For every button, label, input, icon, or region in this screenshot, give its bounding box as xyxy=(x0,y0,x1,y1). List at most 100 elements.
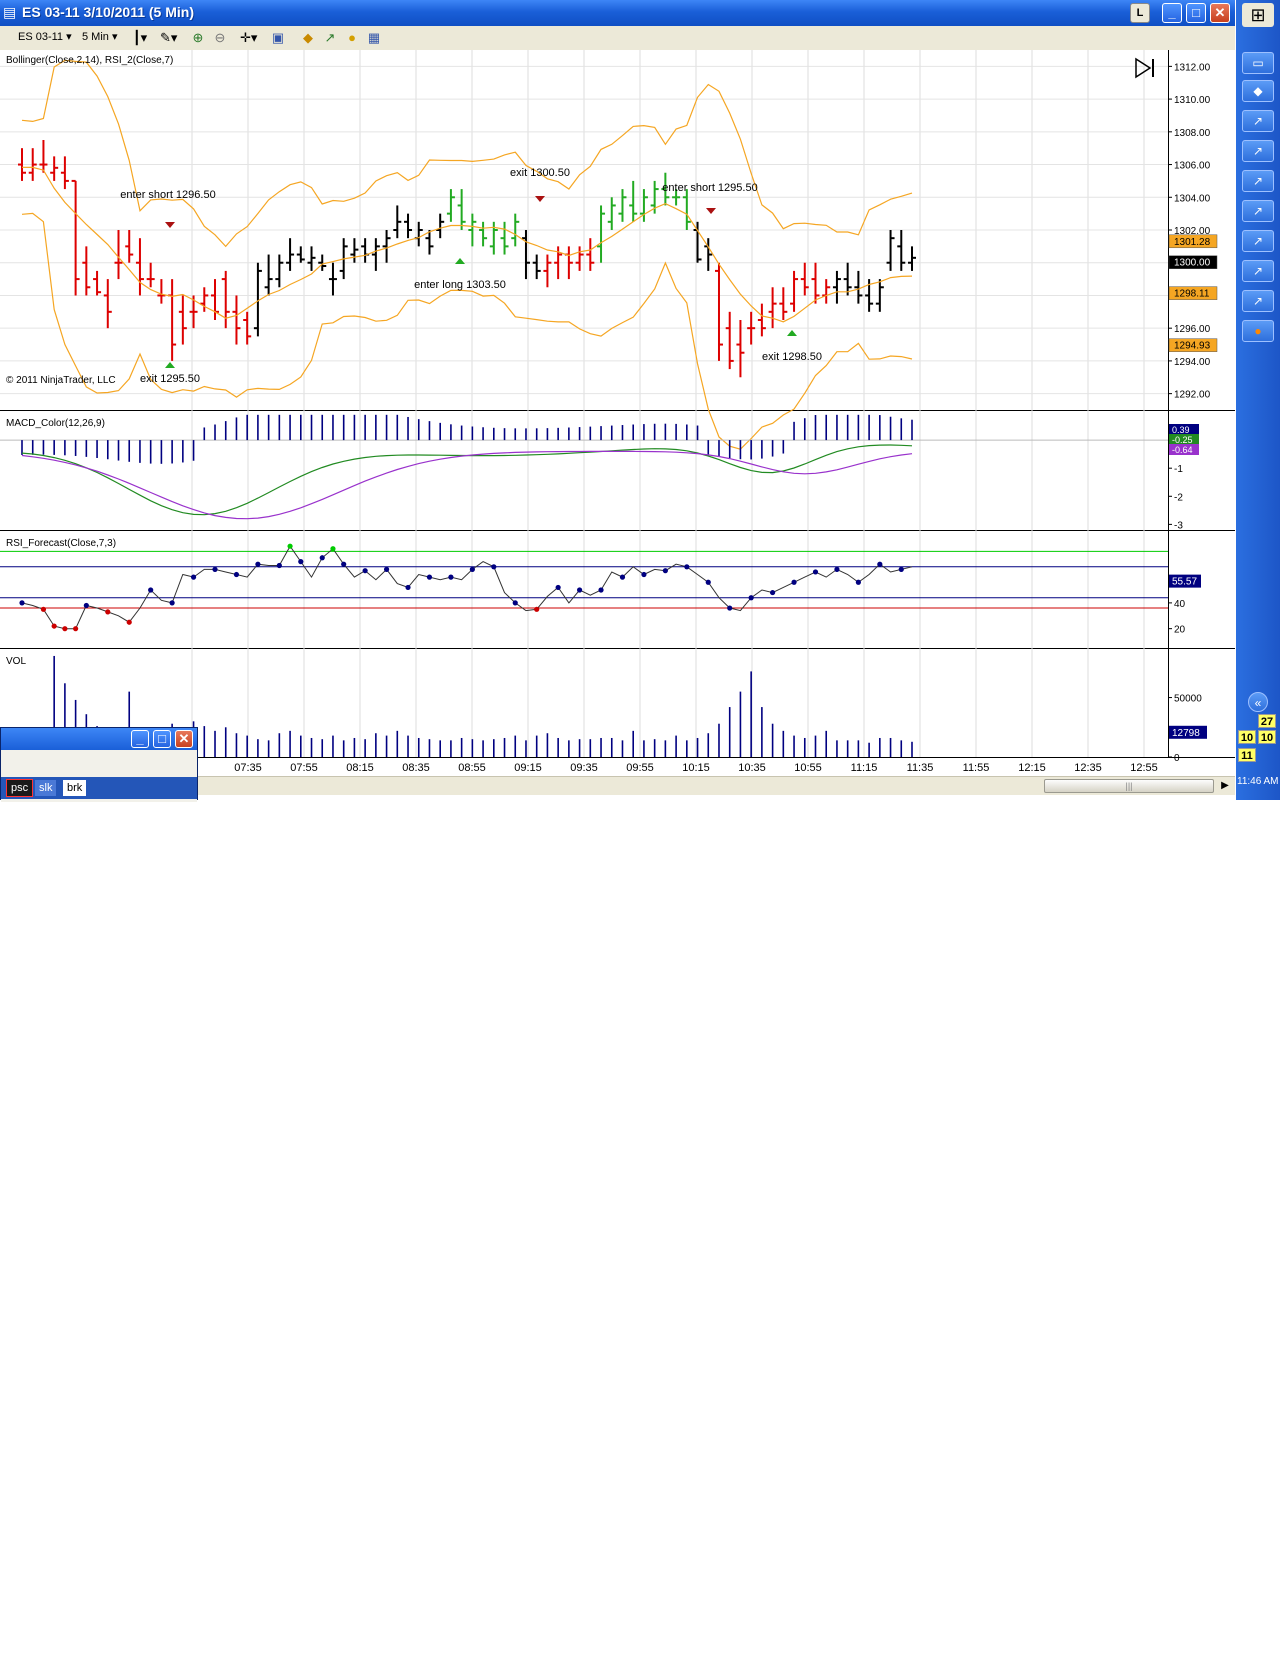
mini-tab-psc[interactable]: psc xyxy=(5,779,34,797)
dock-chart-icon[interactable]: ↗ xyxy=(1242,290,1274,312)
rsi-point xyxy=(684,564,690,570)
dock-firefox-icon[interactable]: ● xyxy=(1242,320,1274,342)
minimize-button[interactable]: _ xyxy=(1162,3,1182,23)
rsi-point xyxy=(126,619,132,625)
time-tick-label: 09:55 xyxy=(626,762,654,774)
crosshair-icon[interactable]: ✛▾ xyxy=(240,30,257,46)
dock-badge-number[interactable]: 27 xyxy=(1258,714,1276,728)
price-chart[interactable]: 507:3507:5508:1508:3508:5509:1509:3509:5… xyxy=(0,50,1235,776)
windows-logo-icon[interactable]: ⊞ xyxy=(1242,3,1274,27)
rsi-point xyxy=(169,600,175,606)
vol-tick-label: 0 xyxy=(1174,753,1180,764)
dock-diamond-icon[interactable]: ◆ xyxy=(1242,80,1274,102)
dock-monitor-icon[interactable]: ▭ xyxy=(1242,52,1274,74)
rsi-point xyxy=(362,568,368,574)
rsi-point xyxy=(812,569,819,575)
dollar-icon[interactable]: ● xyxy=(344,30,360,46)
macd-tick-label: -2 xyxy=(1174,492,1183,503)
price-tick-label: 1310.00 xyxy=(1174,95,1211,106)
instrument-selector[interactable]: ES 03-11 ▾ xyxy=(18,30,72,43)
rsi-point xyxy=(641,571,647,578)
mini-window[interactable]: _ □ ✕ psc slk brk xyxy=(0,727,198,802)
dock-chart-icon[interactable]: ↗ xyxy=(1242,140,1274,162)
rsi-point xyxy=(727,605,733,611)
macd-panel-label: MACD_Color(12,26,9) xyxy=(6,418,105,429)
time-tick-label: 07:55 xyxy=(290,762,318,774)
dock-badge-number[interactable]: 11 xyxy=(1238,748,1256,762)
time-tick-label: 12:35 xyxy=(1074,762,1102,774)
scroll-right-arrow-icon[interactable]: ▶ xyxy=(1218,779,1232,793)
close-button[interactable]: ✕ xyxy=(1210,3,1230,23)
mini-minimize-button[interactable]: _ xyxy=(131,730,149,748)
time-tick-label: 10:15 xyxy=(682,762,710,774)
rsi-point xyxy=(791,579,797,585)
rsi-point xyxy=(512,600,518,606)
rsi-point xyxy=(255,561,261,567)
ninjatrader-window: ▤ ES 03-11 3/10/2011 (5 Min) L _ □ ✕ ES … xyxy=(0,0,1280,802)
rsi-point xyxy=(212,566,218,572)
rsi-value-badge-text: 55.57 xyxy=(1172,577,1197,588)
rsi-point xyxy=(534,606,540,612)
price-tick-label: 1306.00 xyxy=(1174,161,1211,172)
strategy-icon[interactable]: ◆ xyxy=(300,30,316,46)
interval-selector[interactable]: 5 Min ▾ xyxy=(82,30,117,43)
dock-chart-icon[interactable]: ↗ xyxy=(1242,230,1274,252)
window-titlebar[interactable]: ▤ ES 03-11 3/10/2011 (5 Min) L _ □ ✕ xyxy=(0,0,1235,26)
price-value-badge-text: 1298.11 xyxy=(1174,289,1210,300)
mini-close-button[interactable]: ✕ xyxy=(175,730,193,748)
rsi-point xyxy=(877,561,883,567)
time-tick-label: 09:35 xyxy=(570,762,598,774)
mini-window-tabs: psc slk brk xyxy=(1,777,197,799)
price-tick-label: 1304.00 xyxy=(1174,193,1211,204)
mini-maximize-button[interactable]: □ xyxy=(153,730,171,748)
zoom-in-icon[interactable]: ⊕ xyxy=(190,30,206,46)
rsi-point xyxy=(51,623,57,629)
dock-collapse-icon[interactable]: « xyxy=(1248,692,1268,712)
dock-chart-icon[interactable]: ↗ xyxy=(1242,170,1274,192)
mini-tab-brk[interactable]: brk xyxy=(63,780,87,796)
chart-horizontal-scrollbar[interactable]: ||| ▶ xyxy=(198,776,1235,795)
dock-chart-icon[interactable]: ↗ xyxy=(1242,200,1274,222)
price-tick-label: 1308.00 xyxy=(1174,128,1211,139)
vol-value-badge-text: 12798 xyxy=(1172,728,1200,739)
macd-value-badge-text: 0.39 xyxy=(1172,425,1190,435)
link-button[interactable]: L xyxy=(1130,3,1150,23)
window-title: ES 03-11 3/10/2011 (5 Min) xyxy=(22,4,194,20)
chart-background xyxy=(0,50,1235,776)
indicators-icon[interactable]: ↗ xyxy=(322,30,338,46)
data-box-icon[interactable]: ▦ xyxy=(366,30,382,46)
rsi-point xyxy=(105,609,111,615)
bar-type-icon[interactable]: ┃▾ xyxy=(132,30,148,46)
rsi-point xyxy=(598,587,604,593)
mini-window-titlebar[interactable]: _ □ ✕ xyxy=(1,728,197,750)
trade-annotation-label: enter short 1296.50 xyxy=(120,189,215,201)
rsi-point xyxy=(748,595,754,601)
chart-app-icon: ▤ xyxy=(3,4,17,20)
pencil-icon[interactable]: ✎▾ xyxy=(160,30,177,46)
time-tick-label: 08:35 xyxy=(402,762,430,774)
rsi-point xyxy=(576,587,583,593)
dock-badge-number[interactable]: 10 xyxy=(1238,730,1256,744)
rsi-tick-label: 40 xyxy=(1174,599,1186,610)
vol-panel-label: VOL xyxy=(6,656,26,667)
rsi-panel-label: RSI_Forecast(Close,7,3) xyxy=(6,538,116,549)
rsi-point xyxy=(40,606,47,612)
price-tick-label: 1294.00 xyxy=(1174,357,1211,368)
scrollbar-thumb[interactable]: ||| xyxy=(1044,779,1214,793)
maximize-button[interactable]: □ xyxy=(1186,3,1206,23)
dock-chart-icon[interactable]: ↗ xyxy=(1242,110,1274,132)
macd-tick-label: -3 xyxy=(1174,520,1183,531)
rsi-point xyxy=(834,566,840,572)
dock-chart-icon[interactable]: ↗ xyxy=(1242,260,1274,282)
zoom-out-icon[interactable]: ⊖ xyxy=(212,30,228,46)
time-tick-label: 10:35 xyxy=(738,762,766,774)
price-value-badge-text: 1300.00 xyxy=(1174,258,1211,269)
dock-badge-number[interactable]: 10 xyxy=(1258,730,1276,744)
rsi-point xyxy=(73,626,79,632)
rsi-point xyxy=(383,566,390,572)
rsi-point xyxy=(190,574,197,580)
vol-tick-label: 50000 xyxy=(1174,694,1202,705)
properties-icon[interactable]: ▣ xyxy=(270,30,286,46)
rsi-point xyxy=(555,584,561,591)
mini-tab-slk[interactable]: slk xyxy=(35,780,57,796)
